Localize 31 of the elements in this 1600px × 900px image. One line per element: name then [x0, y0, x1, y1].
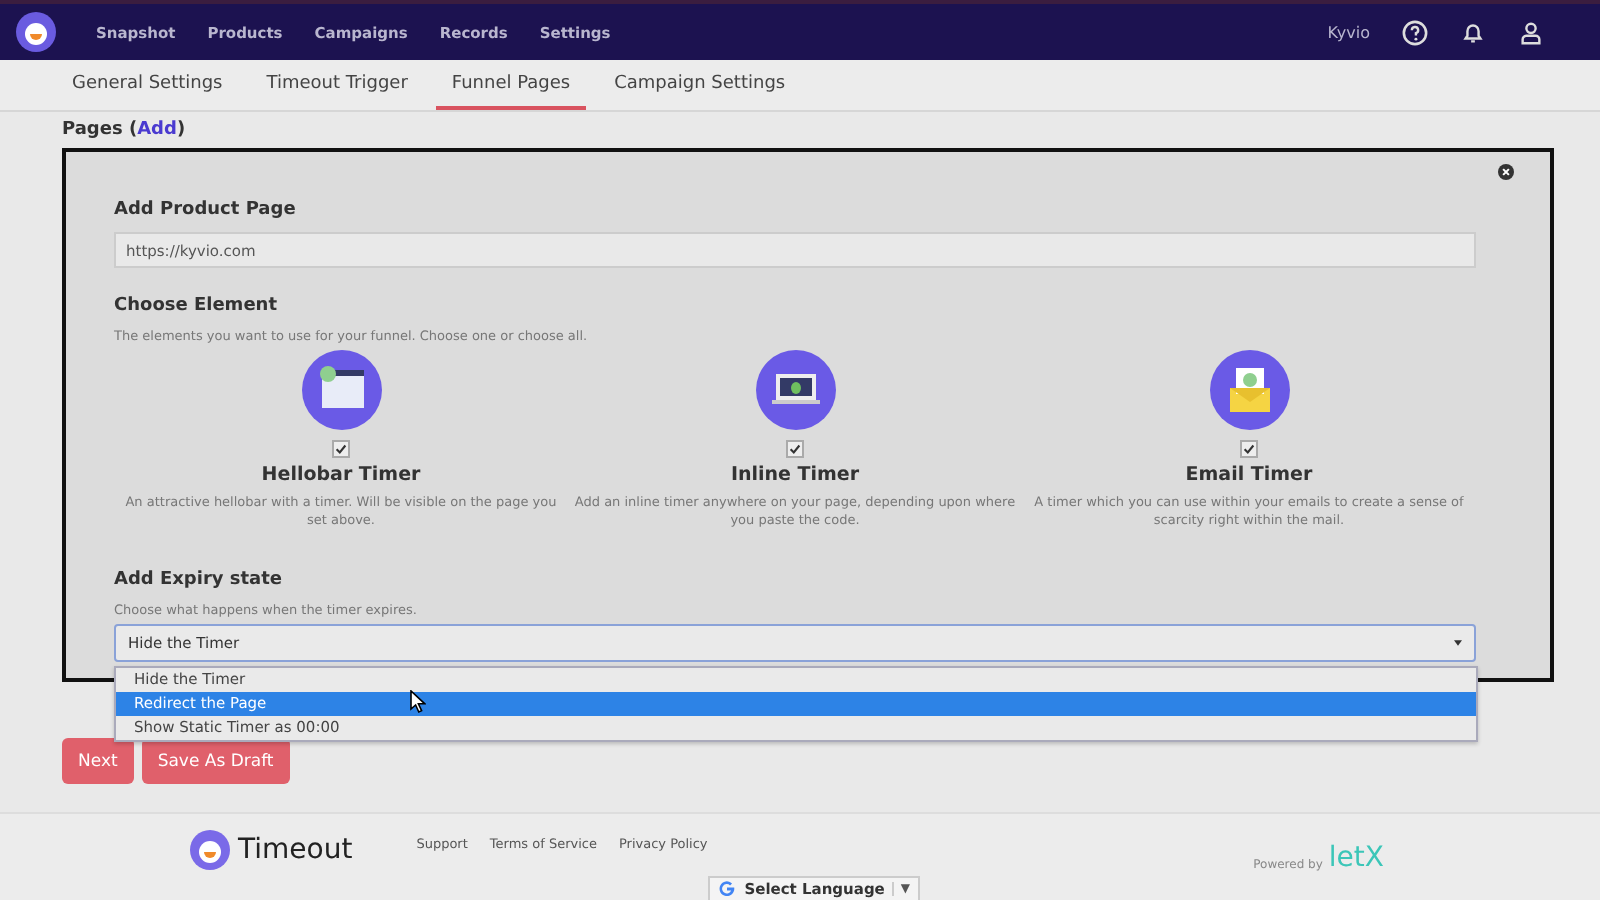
logo-icon[interactable] [16, 12, 56, 52]
mouse-cursor-icon [410, 690, 426, 714]
field-label: Add Product Page [114, 200, 296, 220]
envelope-icon [1209, 350, 1289, 430]
partner-logo-text: letX [1328, 844, 1384, 872]
brand-name: Timeout [238, 834, 353, 866]
browser-window-icon [301, 350, 381, 430]
checkbox[interactable] [1240, 440, 1258, 458]
tab[interactable]: General Settings [56, 60, 239, 110]
add-link[interactable]: Add [137, 120, 177, 140]
section-heading: ) [176, 120, 186, 140]
help-icon[interactable] [1402, 19, 1428, 45]
element-title: Inline Timer [730, 464, 860, 486]
tab[interactable]: Timeout Trigger [250, 60, 424, 110]
logo-icon [190, 830, 230, 870]
checkbox[interactable] [786, 440, 804, 458]
close-icon[interactable] [1498, 164, 1514, 180]
bell-icon[interactable] [1460, 19, 1486, 45]
element-title: Email Timer [1185, 464, 1313, 486]
tab[interactable]: Funnel Pages [435, 60, 587, 110]
field-label: Choose Element [114, 296, 278, 316]
checkbox[interactable] [332, 440, 350, 458]
element-title: Hellobar Timer [261, 464, 421, 486]
user-menu[interactable]: Kyvio [1327, 23, 1370, 41]
field-label: Add Expiry state [114, 570, 283, 591]
user-icon[interactable] [1518, 19, 1544, 45]
laptop-icon [755, 350, 835, 430]
section-heading: Pages ( [62, 120, 138, 140]
google-icon [718, 880, 737, 898]
caret-icon [1454, 640, 1462, 647]
tab[interactable]: Campaign Settings [598, 60, 802, 110]
